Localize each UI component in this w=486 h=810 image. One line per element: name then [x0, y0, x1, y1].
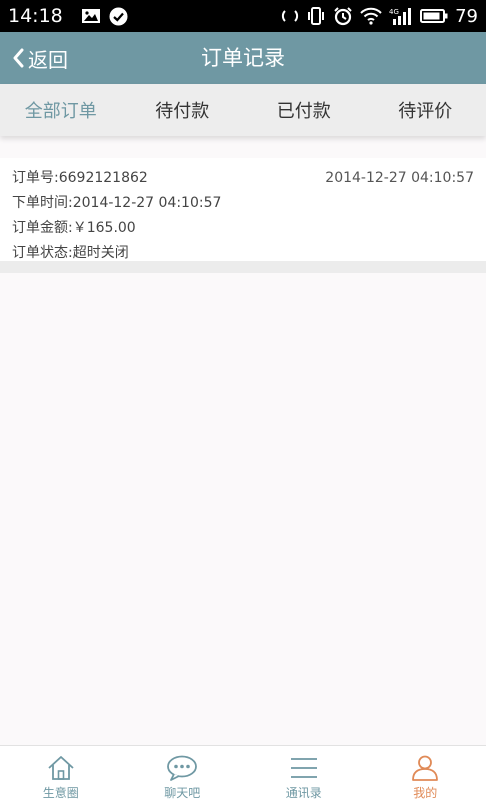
- battery-icon: [420, 8, 448, 24]
- nav-label: 我的: [413, 786, 438, 800]
- tab-pending-payment[interactable]: 待付款: [122, 84, 244, 136]
- person-icon: [410, 755, 440, 781]
- nav-label: 聊天吧: [164, 786, 201, 800]
- order-number: 6692121862: [58, 170, 148, 186]
- list-icon: [289, 755, 319, 781]
- nav-business-circle[interactable]: 生意圈: [0, 746, 122, 810]
- bottom-nav: 生意圈 聊天吧 通讯录 我的: [0, 745, 486, 810]
- signal-4g-icon: 4G: [389, 7, 413, 25]
- order-item[interactable]: 订单号: 6692121862 2014-12-27 04:10:57 下单时间…: [0, 158, 486, 273]
- order-time-label: 下单时间:: [12, 195, 73, 211]
- alarm-icon: [333, 6, 353, 26]
- vibrate-icon: [306, 7, 326, 25]
- image-icon: [81, 8, 101, 24]
- order-amount-row: 订单金额: ￥165.00: [12, 216, 474, 241]
- chevron-left-icon: [12, 48, 24, 68]
- svg-text:4G: 4G: [389, 8, 399, 16]
- order-time-row: 下单时间: 2014-12-27 04:10:57: [12, 191, 474, 216]
- tab-paid[interactable]: 已付款: [243, 84, 365, 136]
- order-status-label: 订单状态:: [12, 245, 73, 261]
- order-time: 2014-12-27 04:10:57: [72, 195, 222, 211]
- nav-contacts[interactable]: 通讯录: [243, 746, 365, 810]
- nav-label: 生意圈: [42, 786, 79, 800]
- app-header: 返回 订单记录: [0, 32, 486, 84]
- wifi-icon: [360, 7, 382, 25]
- order-number-row: 订单号: 6692121862 2014-12-27 04:10:57: [12, 166, 474, 191]
- battery-level: 79: [455, 5, 478, 27]
- order-status: 超时关闭: [72, 245, 129, 261]
- home-icon: [46, 755, 76, 781]
- check-circle-icon: [109, 7, 128, 26]
- order-amount: ￥165.00: [72, 220, 136, 236]
- order-amount-label: 订单金额:: [12, 220, 73, 236]
- order-date: 2014-12-27 04:10:57: [325, 170, 474, 186]
- status-bar: 14:18 4G 79: [0, 0, 486, 32]
- page-title: 订单记录: [201, 46, 285, 70]
- rotate-icon: [281, 7, 299, 25]
- order-tabs: 全部订单 待付款 已付款 待评价: [0, 84, 486, 136]
- back-button[interactable]: 返回: [12, 32, 68, 84]
- back-label: 返回: [28, 47, 68, 72]
- status-time: 14:18: [8, 5, 63, 27]
- order-number-label: 订单号:: [12, 170, 59, 186]
- tab-all-orders[interactable]: 全部订单: [0, 84, 122, 136]
- chat-icon: [166, 755, 198, 781]
- nav-mine[interactable]: 我的: [365, 746, 486, 810]
- nav-chat[interactable]: 聊天吧: [122, 746, 244, 810]
- order-status-row: 订单状态: 超时关闭: [12, 241, 474, 266]
- nav-label: 通讯录: [285, 786, 322, 800]
- tab-pending-review[interactable]: 待评价: [365, 84, 486, 136]
